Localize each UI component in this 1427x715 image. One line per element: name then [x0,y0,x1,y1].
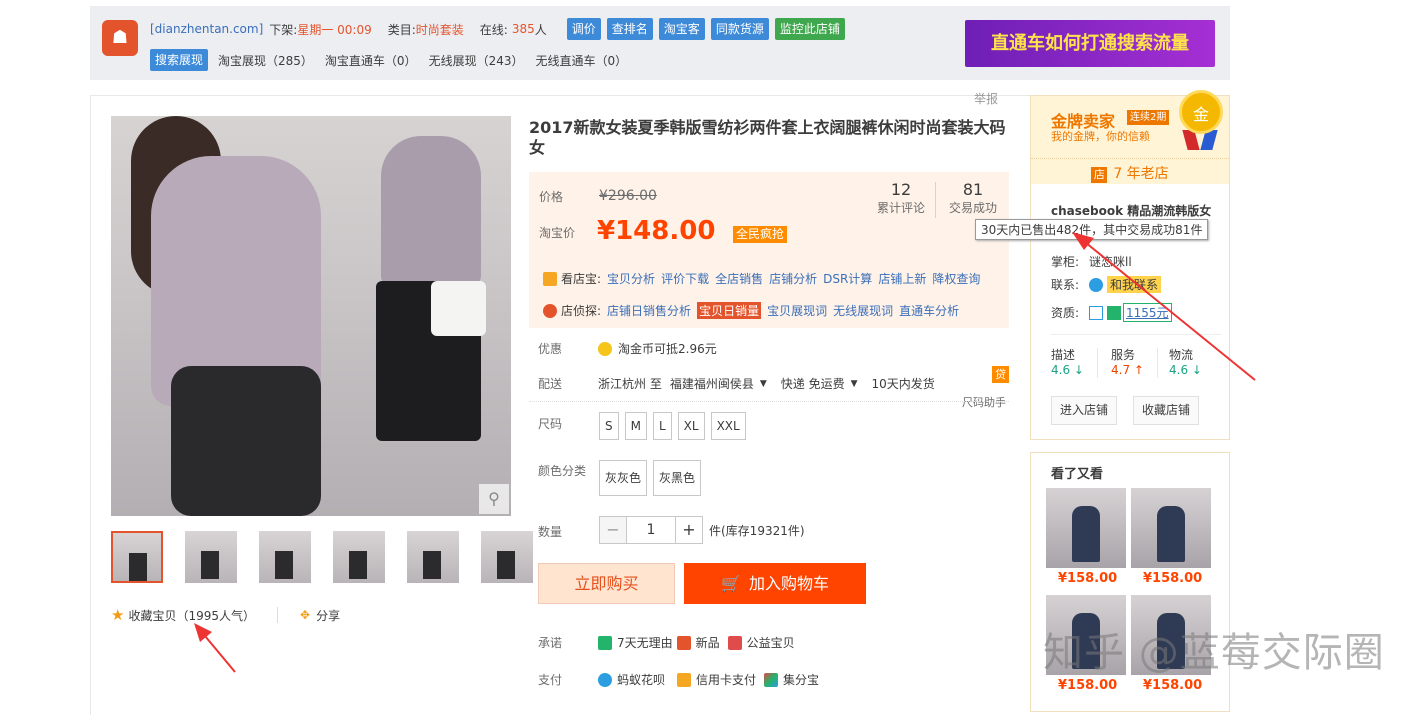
annotation-arrowhead [194,623,212,642]
zhihu-watermark: 知乎 @蓝莓交际圈 [1043,630,1385,676]
annotation-arrow-line [1079,237,1256,381]
annotation-arrows [194,232,1256,673]
